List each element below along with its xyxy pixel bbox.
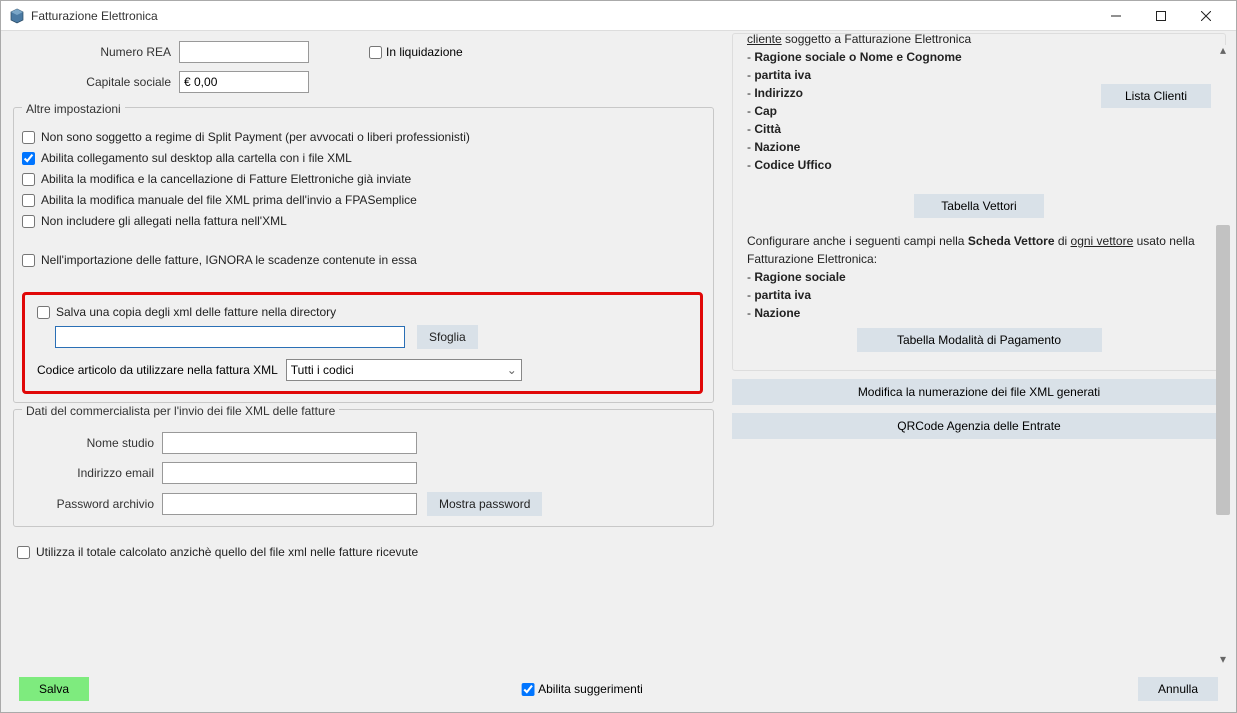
intro-line: cliente soggetto a Fatturazione Elettron…: [747, 31, 1211, 48]
cb-no-attachments[interactable]: [22, 215, 35, 228]
vertical-scrollbar[interactable]: ▴ ▾: [1216, 45, 1230, 664]
cb-ignore-scadenze[interactable]: [22, 254, 35, 267]
titlebar: Fatturazione Elettronica: [1, 1, 1236, 31]
left-pane: Numero REA In liquidazione Capitale soci…: [1, 31, 726, 666]
browse-button[interactable]: Sfoglia: [417, 325, 478, 349]
nome-studio-label: Nome studio: [22, 436, 162, 450]
window-title: Fatturazione Elettronica: [31, 9, 1093, 23]
cb-salva-copia-xml[interactable]: [37, 306, 50, 319]
cb-split-payment[interactable]: [22, 131, 35, 144]
xml-directory-input[interactable]: [55, 326, 405, 348]
scroll-up-icon[interactable]: ▴: [1216, 43, 1230, 57]
cb-desktop-link[interactable]: [22, 152, 35, 165]
qrcode-button[interactable]: QRCode Agenzia delle Entrate: [732, 413, 1226, 439]
commercialista-group: Dati del commercialista per l'invio dei …: [13, 409, 714, 527]
numero-rea-input[interactable]: [179, 41, 309, 63]
scroll-down-icon[interactable]: ▾: [1216, 652, 1230, 666]
xml-copy-box: Salva una copia degli xml delle fatture …: [22, 292, 703, 394]
close-button[interactable]: [1183, 1, 1228, 31]
save-button[interactable]: Salva: [19, 677, 89, 701]
bottom-bar: Salva Abilita suggerimenti Annulla: [1, 666, 1236, 712]
modalita-pagamento-button[interactable]: Tabella Modalità di Pagamento: [857, 328, 1102, 352]
numero-rea-label: Numero REA: [19, 45, 179, 59]
app-icon: [9, 8, 25, 24]
altre-group-title: Altre impostazioni: [22, 102, 125, 116]
codice-articolo-select[interactable]: Tutti i codici ⌄: [286, 359, 522, 381]
show-password-button[interactable]: Mostra password: [427, 492, 542, 516]
capitale-sociale-label: Capitale sociale: [19, 75, 179, 89]
password-input[interactable]: [162, 493, 417, 515]
nome-studio-input[interactable]: [162, 432, 417, 454]
cancel-button[interactable]: Annulla: [1138, 677, 1218, 701]
maximize-button[interactable]: [1138, 1, 1183, 31]
cb-use-calculated-total[interactable]: [17, 546, 30, 559]
chevron-down-icon: ⌄: [507, 363, 517, 377]
scroll-thumb[interactable]: [1216, 225, 1230, 515]
password-label: Password archivio: [22, 497, 162, 511]
modifica-numerazione-button[interactable]: Modifica la numerazione dei file XML gen…: [732, 379, 1226, 405]
info-block: cliente soggetto a Fatturazione Elettron…: [732, 33, 1226, 371]
cb-manual-xml[interactable]: [22, 194, 35, 207]
cb-edit-delete[interactable]: [22, 173, 35, 186]
email-label: Indirizzo email: [22, 466, 162, 480]
in-liquidazione-checkbox[interactable]: [369, 46, 382, 59]
right-pane: cliente soggetto a Fatturazione Elettron…: [726, 31, 1236, 666]
codice-articolo-label: Codice articolo da utilizzare nella fatt…: [37, 363, 278, 377]
altre-impostazioni-group: Altre impostazioni Non sono soggetto a r…: [13, 107, 714, 403]
lista-clienti-button[interactable]: Lista Clienti: [1101, 84, 1211, 108]
email-input[interactable]: [162, 462, 417, 484]
commercialista-title: Dati del commercialista per l'invio dei …: [22, 404, 339, 418]
in-liquidazione-label: In liquidazione: [386, 45, 463, 59]
config-vettore-text: Configurare anche i seguenti campi nella…: [747, 232, 1211, 268]
capitale-sociale-input[interactable]: [179, 71, 309, 93]
minimize-button[interactable]: [1093, 1, 1138, 31]
tabella-vettori-button[interactable]: Tabella Vettori: [914, 194, 1044, 218]
cb-abilita-suggerimenti[interactable]: [521, 683, 534, 696]
